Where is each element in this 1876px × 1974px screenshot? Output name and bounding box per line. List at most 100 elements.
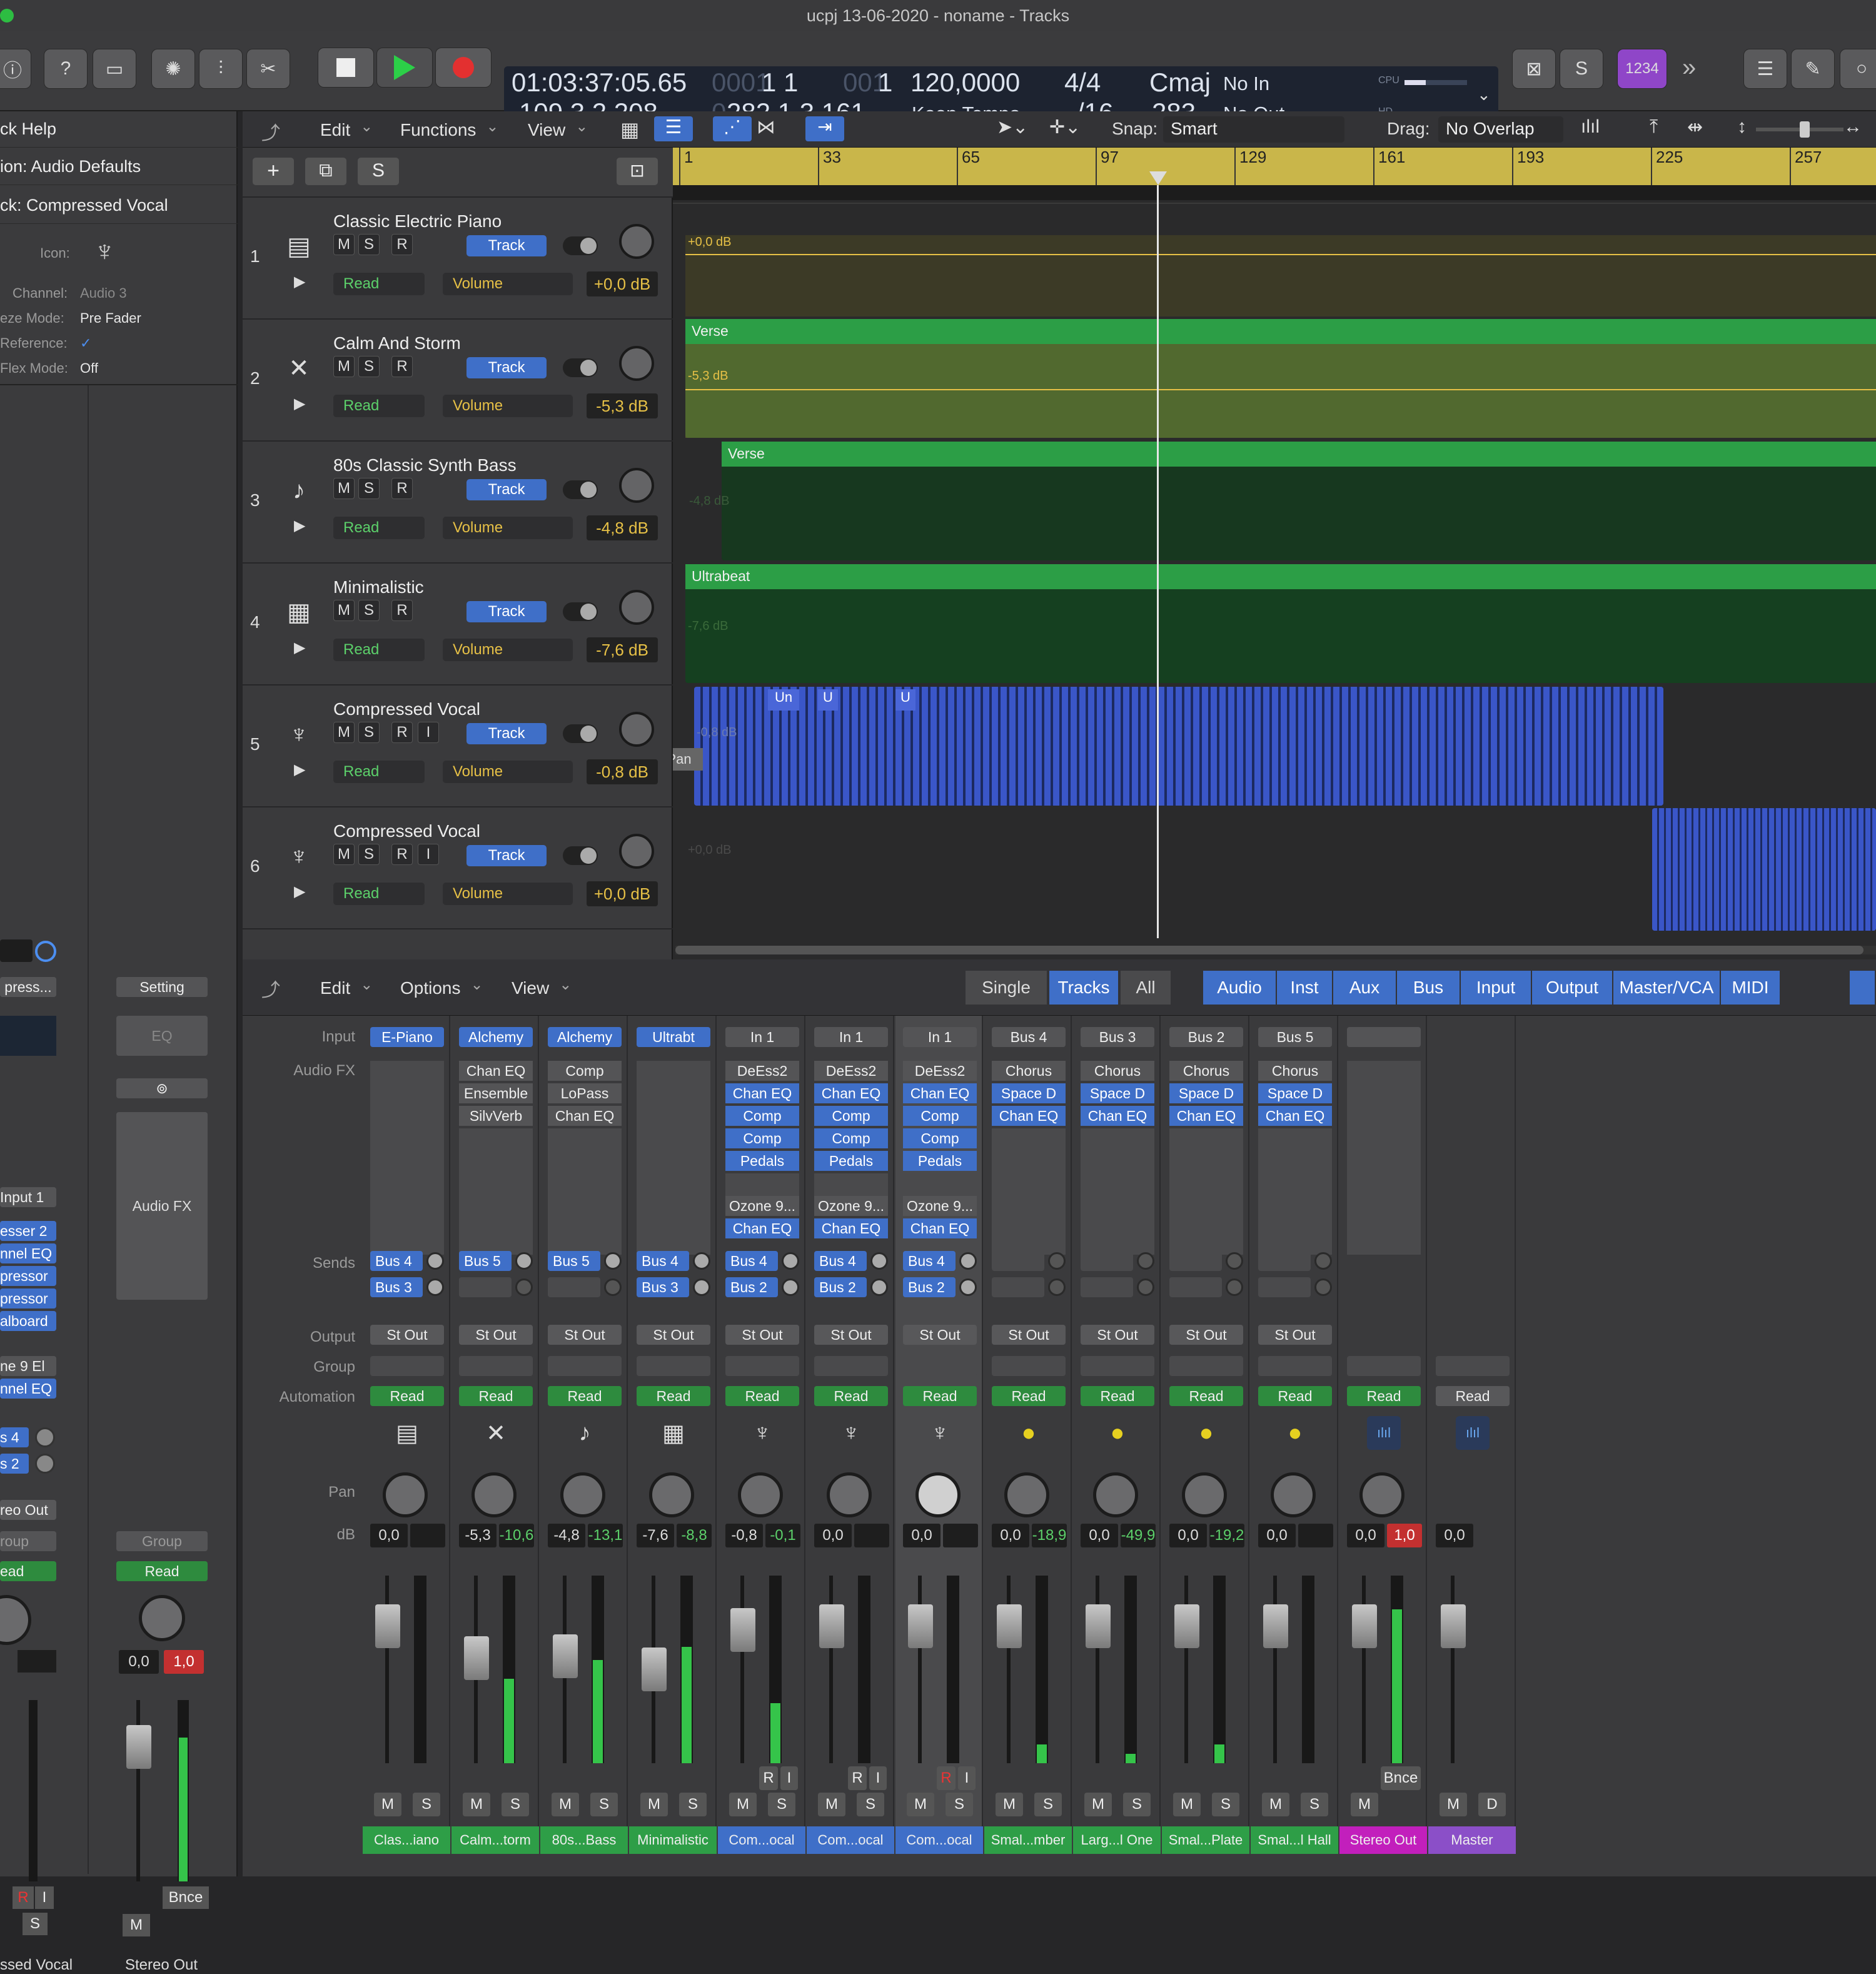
- channel-mute-button[interactable]: M: [907, 1793, 934, 1816]
- track-header-row[interactable]: 5 ♆ Compressed Vocal M S R I Track ▶ Read Volume -0…: [243, 686, 673, 807]
- channel-microphone-icon[interactable]: ♆: [745, 1416, 779, 1450]
- track-pan-knob[interactable]: [619, 590, 654, 625]
- channel-name[interactable]: 80s...Bass: [540, 1826, 628, 1854]
- flex-mode-value[interactable]: Off: [80, 360, 98, 377]
- help-icon[interactable]: ?: [44, 49, 88, 89]
- track-pan-knob[interactable]: [619, 346, 654, 381]
- ruler[interactable]: 1 33 65 97 129 161 193 225 257: [673, 148, 1876, 185]
- channel-mute-button[interactable]: M: [463, 1793, 490, 1816]
- channel-volume-fader[interactable]: [1263, 1604, 1288, 1648]
- send-slot[interactable]: Bus 4: [370, 1251, 423, 1271]
- track-alternative-button[interactable]: Track: [466, 723, 547, 744]
- inspector-bounce-button[interactable]: Bnce: [163, 1886, 209, 1909]
- track-alternative-button[interactable]: Track: [466, 601, 547, 622]
- audio-fx-slot[interactable]: Space D: [1258, 1083, 1332, 1103]
- send-slot[interactable]: Bus 2: [725, 1277, 778, 1297]
- inspector-fx-slot[interactable]: pressor: [0, 1288, 56, 1308]
- empty-fx-area[interactable]: [992, 1128, 1066, 1255]
- smart-controls-icon[interactable]: ✺: [151, 49, 195, 89]
- channel-group-slot[interactable]: [992, 1356, 1066, 1376]
- channel-aux-icon[interactable]: ●: [1101, 1416, 1134, 1450]
- audio-fx-slot[interactable]: Space D: [1169, 1083, 1243, 1103]
- audio-fx-slot[interactable]: Comp: [725, 1106, 799, 1126]
- vertical-zoom-icon[interactable]: ↕: [1737, 116, 1747, 138]
- region-verse-1[interactable]: Verse -5,3 dB: [685, 319, 1876, 438]
- channel-pan-knob[interactable]: [915, 1472, 961, 1517]
- channel-pan-knob[interactable]: [827, 1472, 872, 1517]
- region-ultrabeat[interactable]: Ultrabeat -7,6 dB: [685, 564, 1876, 683]
- audio-fx-slot[interactable]: Comp: [548, 1061, 622, 1081]
- track-automation-param[interactable]: Volume: [443, 273, 573, 295]
- audio-fx-slot[interactable]: Chan EQ: [1081, 1106, 1154, 1126]
- channel-volume-fader[interactable]: [375, 1604, 400, 1648]
- channel-output-slot[interactable]: St Out: [459, 1325, 533, 1345]
- channel-output-slot[interactable]: St Out: [725, 1325, 799, 1345]
- audio-fx-slot[interactable]: Ensemble: [459, 1083, 533, 1103]
- empty-fx-area[interactable]: [903, 1173, 977, 1196]
- channel-name[interactable]: Master: [1428, 1826, 1516, 1854]
- send-level-knob[interactable]: [1226, 1252, 1243, 1270]
- channel-name[interactable]: Minimalistic: [629, 1826, 717, 1854]
- channel-solo-button[interactable]: S: [1212, 1793, 1239, 1816]
- mixer-filter-tab[interactable]: Master/VCA: [1613, 971, 1720, 1005]
- track-alternative-button[interactable]: Track: [466, 845, 547, 866]
- inspector-fader2[interactable]: [126, 1725, 151, 1769]
- input-monitor-button[interactable]: I: [958, 1766, 976, 1790]
- vertical-zoom-fit-icon[interactable]: ⤒: [1650, 116, 1658, 138]
- audio-fx-slot[interactable]: Ozone 9...: [814, 1196, 888, 1216]
- audio-fx-slot[interactable]: Comp: [725, 1128, 799, 1148]
- track-automation-value[interactable]: +0,0 dB: [587, 271, 658, 296]
- mixer-filter-tab[interactable]: Output: [1532, 971, 1612, 1005]
- send-level-knob[interactable]: [515, 1252, 533, 1270]
- audio-fx-slot[interactable]: Comp: [814, 1128, 888, 1148]
- track-mute-button[interactable]: M: [333, 234, 355, 255]
- channel-input-slot[interactable]: Bus 5: [1258, 1027, 1332, 1047]
- track-automation-param[interactable]: Volume: [443, 517, 573, 539]
- channel-synth-icon[interactable]: ✕: [479, 1416, 513, 1450]
- inspector-eq-button[interactable]: EQ: [116, 1016, 208, 1056]
- mixer-filter-tab[interactable]: Input: [1461, 971, 1531, 1005]
- channel-volume-value[interactable]: -4,8: [548, 1524, 585, 1547]
- send-level-knob[interactable]: [426, 1278, 444, 1296]
- record-enable-button[interactable]: R: [759, 1766, 778, 1790]
- track-mute-button[interactable]: M: [333, 844, 355, 865]
- audio-fx-slot[interactable]: Chorus: [992, 1061, 1066, 1081]
- track-list-collapse-icon[interactable]: ⊡: [617, 158, 658, 185]
- audio-fx-slot[interactable]: Pedals: [725, 1151, 799, 1171]
- channel-group-slot[interactable]: [459, 1356, 533, 1376]
- channel-volume-fader[interactable]: [1352, 1604, 1377, 1648]
- channel-mute-button[interactable]: M: [1351, 1793, 1378, 1816]
- channel-input-slot[interactable]: E-Piano: [370, 1027, 444, 1047]
- channel-group-slot[interactable]: [1169, 1356, 1243, 1376]
- track-automation-mode[interactable]: Read: [333, 883, 425, 905]
- audio-fx-slot[interactable]: DeEss2: [725, 1061, 799, 1081]
- channel-automation-mode[interactable]: Read: [637, 1386, 710, 1406]
- empty-send-slot[interactable]: [459, 1277, 512, 1297]
- empty-send-slot[interactable]: [1169, 1251, 1222, 1271]
- inspector-fx-slot[interactable]: alboard: [0, 1311, 56, 1331]
- disclosure-triangle-icon[interactable]: ▶: [294, 639, 305, 657]
- channel-name[interactable]: Com...ocal: [807, 1826, 894, 1854]
- lcd-dropdown-icon[interactable]: ⌄: [1477, 85, 1491, 104]
- audio-fx-slot[interactable]: Chan EQ: [903, 1083, 977, 1103]
- send-level-knob[interactable]: [693, 1278, 710, 1296]
- empty-fx-area[interactable]: [548, 1128, 622, 1255]
- record-enable-button[interactable]: R: [848, 1766, 867, 1790]
- empty-fx-area[interactable]: [1081, 1128, 1154, 1255]
- send-level-knob[interactable]: [426, 1252, 444, 1270]
- empty-fx-area[interactable]: [459, 1128, 533, 1255]
- inspector-solo-button[interactable]: S: [23, 1913, 48, 1935]
- tracks-functions-menu[interactable]: Functions: [400, 118, 499, 143]
- empty-send-slot[interactable]: [1258, 1251, 1311, 1271]
- channel-volume-fader[interactable]: [730, 1608, 755, 1652]
- empty-send-slot[interactable]: [1081, 1251, 1133, 1271]
- back-arrow-icon[interactable]: ⤴: [261, 118, 280, 145]
- channel-output-slot[interactable]: St Out: [548, 1325, 622, 1345]
- mixer-back-arrow-icon[interactable]: ⤴: [261, 974, 280, 1002]
- piano-icon[interactable]: ▤: [281, 229, 316, 264]
- send-slot[interactable]: Bus 4: [814, 1251, 867, 1271]
- channel-solo-button[interactable]: S: [590, 1793, 618, 1816]
- mixer-layout-icon[interactable]: [1850, 971, 1875, 1005]
- channel-group-slot[interactable]: [1258, 1356, 1332, 1376]
- track-microphone-icon[interactable]: ♆: [94, 234, 116, 268]
